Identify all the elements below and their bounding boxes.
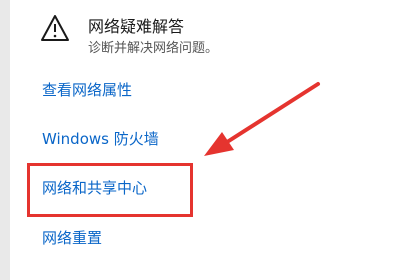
left-panel-strip: [0, 0, 10, 280]
view-network-properties-link[interactable]: 查看网络属性: [42, 79, 132, 100]
troubleshooter-subtitle: 诊断并解决网络问题。: [88, 41, 219, 56]
troubleshooter-title: 网络疑难解答: [88, 17, 185, 36]
warning-icon: [41, 15, 69, 41]
network-reset-link[interactable]: 网络重置: [42, 227, 102, 248]
network-troubleshooter[interactable]: 网络疑难解答 诊断并解决网络问题。: [40, 10, 340, 60]
windows-firewall-link[interactable]: Windows 防火墙: [42, 128, 159, 149]
highlight-box: [27, 163, 193, 217]
